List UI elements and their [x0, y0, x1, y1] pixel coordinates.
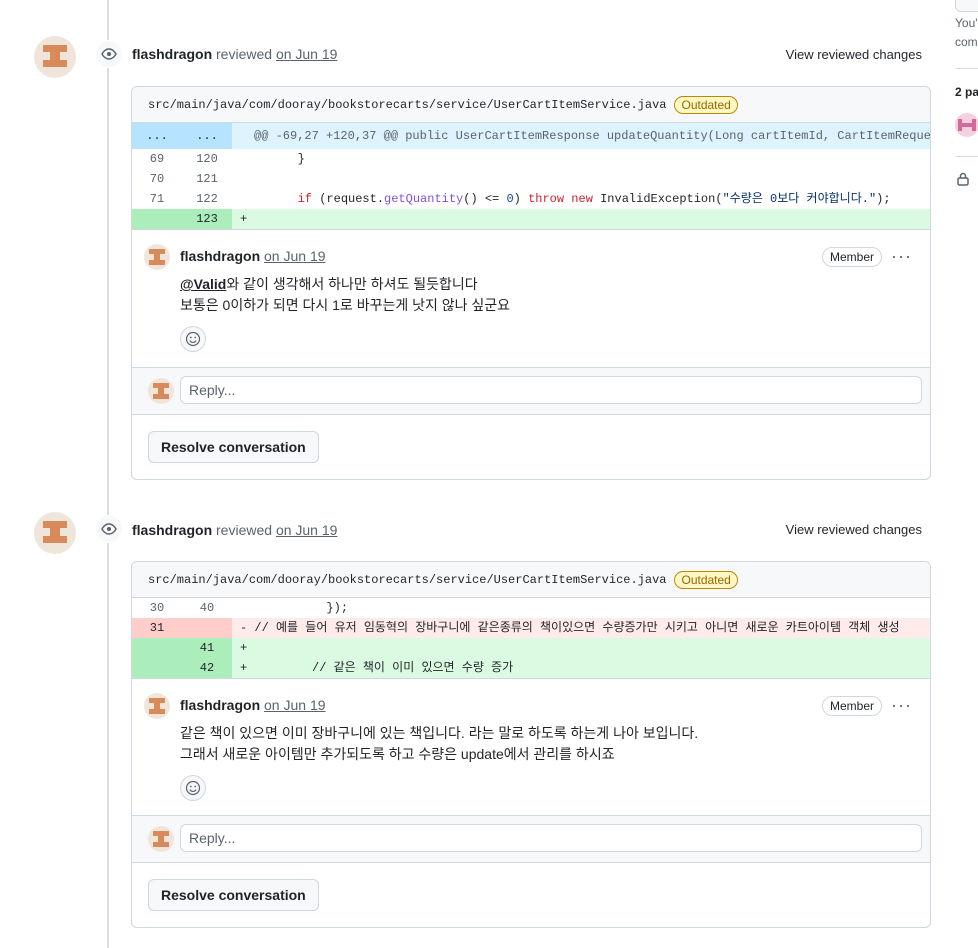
timeline-rail [107, 0, 109, 948]
new-line-number[interactable]: 41 [182, 638, 232, 658]
outdated-badge: Outdated [674, 95, 738, 114]
comment-line: 보통은 0이하가 되면 다시 1로 바꾸는게 낫지 않나 싶군요 [180, 297, 511, 313]
hunk-expand-old[interactable]: ... [132, 123, 182, 149]
diff-line-added: 123 + [132, 209, 930, 229]
sidebar-note-line-1: You' [955, 16, 978, 30]
smiley-icon[interactable] [180, 775, 206, 801]
new-line-number[interactable]: 121 [182, 169, 232, 189]
reply-avatar [148, 826, 174, 852]
member-badge: Member [821, 247, 882, 267]
review-thread-card: src/main/java/com/dooray/bookstorecarts/… [131, 86, 931, 480]
comment-date[interactable]: on Jun 19 [264, 697, 326, 713]
code-line: + // 같은 책이 이미 있으면 수량 증가 [240, 661, 514, 675]
old-line-number[interactable]: 71 [132, 189, 182, 209]
new-line-number[interactable]: 40 [182, 598, 232, 618]
new-line-number[interactable]: 123 [182, 209, 232, 229]
view-reviewed-changes-link[interactable]: View reviewed changes [786, 47, 922, 62]
review-action: reviewed [216, 46, 273, 62]
new-line-number[interactable]: 122 [182, 189, 232, 209]
hunk-text: @@ -69,27 +120,37 @@ public UserCartItem… [254, 129, 930, 143]
sidebar-divider [955, 68, 978, 69]
avatar[interactable] [34, 512, 76, 554]
comment-author[interactable]: flashdragon [180, 248, 260, 264]
comment-line: 같은 책이 있으면 이미 장바구니에 있는 책입니다. 라는 말로 하도록 하는… [180, 725, 699, 741]
smiley-icon[interactable] [180, 326, 206, 352]
review-header: flashdragon reviewed on Jun 19 [132, 46, 337, 62]
reply-bar [132, 367, 930, 415]
review-header: flashdragon reviewed on Jun 19 [132, 522, 337, 538]
hunk-expand-new[interactable]: ... [182, 123, 232, 149]
reply-avatar [148, 378, 174, 404]
sidebar-participants-heading: 2 pa [955, 85, 978, 99]
review-comment: flashdragon on Jun 19 Member ··· @Valid와… [132, 229, 930, 365]
file-path[interactable]: src/main/java/com/dooray/bookstorecarts/… [148, 573, 666, 587]
file-header: src/main/java/com/dooray/bookstorecarts/… [132, 87, 930, 123]
comment-date[interactable]: on Jun 19 [264, 248, 326, 264]
eye-icon [95, 515, 123, 543]
old-line-number[interactable]: 31 [132, 618, 182, 638]
old-line-number[interactable]: 30 [132, 598, 182, 618]
lock-icon[interactable] [957, 172, 969, 186]
code-line: + [240, 641, 248, 655]
diff-line: 69 120 } [132, 149, 930, 169]
old-line-number[interactable]: 69 [132, 149, 182, 169]
more-options-icon[interactable]: ··· [891, 695, 912, 716]
diff-line-removed: 31 - // 예를 들어 유저 임동혁의 장바구니에 같은종류의 책이있으면 … [132, 618, 930, 638]
outdated-badge: Outdated [674, 570, 738, 589]
resolve-conversation-button[interactable]: Resolve conversation [148, 879, 319, 911]
code-line: } [240, 152, 305, 166]
comment-body: @Valid와 같이 생각해서 하나만 하셔도 될듯합니다 보통은 0이하가 되… [180, 274, 510, 316]
comment-text: 와 같이 생각해서 하나만 하셔도 될듯합니다 [226, 276, 478, 292]
old-line-number[interactable] [132, 658, 182, 678]
file-header: src/main/java/com/dooray/bookstorecarts/… [132, 562, 930, 598]
review-date[interactable]: on Jun 19 [276, 46, 338, 62]
comment-avatar[interactable] [144, 244, 170, 270]
diff-line: 30 40 }); [132, 598, 930, 618]
comment-header: flashdragon on Jun 19 [180, 697, 326, 713]
reply-bar [132, 815, 930, 863]
view-reviewed-changes-link[interactable]: View reviewed changes [786, 522, 922, 537]
new-line-number[interactable]: 42 [182, 658, 232, 678]
code-line: }); [240, 601, 349, 615]
comment-line: @Valid와 같이 생각해서 하나만 하셔도 될듯합니다 [180, 274, 510, 295]
review-thread-card: src/main/java/com/dooray/bookstorecarts/… [131, 561, 931, 928]
code-line: if (request.getQuantity() <= 0) throw ne… [297, 192, 891, 206]
review-comment: flashdragon on Jun 19 Member ··· 같은 책이 있… [132, 678, 930, 816]
new-line-number[interactable] [182, 618, 232, 638]
resolve-conversation-button[interactable]: Resolve conversation [148, 431, 319, 463]
reply-input[interactable] [180, 376, 922, 404]
participant-avatar[interactable] [955, 113, 978, 137]
review-author[interactable]: flashdragon [132, 522, 212, 538]
comment-avatar[interactable] [144, 693, 170, 719]
diff-line: 70 121 [132, 169, 930, 189]
sidebar-button[interactable] [955, 0, 978, 12]
sidebar-note-line-2: com [955, 35, 978, 49]
comment-line: 그래서 새로운 아이템만 추가되도록 하고 수량은 update에서 관리를 하… [180, 746, 615, 762]
diff-hunk-header[interactable]: ... ... @@ -69,27 +120,37 @@ public User… [132, 123, 930, 149]
diff-line-added: 42 + // 같은 책이 이미 있으면 수량 증가 [132, 658, 930, 678]
mention-link[interactable]: @Valid [180, 276, 226, 292]
diff-line-added: 41 + [132, 638, 930, 658]
comment-body: 같은 책이 있으면 이미 장바구니에 있는 책입니다. 라는 말로 하도록 하는… [180, 723, 698, 765]
comment-header: flashdragon on Jun 19 [180, 248, 326, 264]
new-line-number[interactable]: 120 [182, 149, 232, 169]
reply-input[interactable] [180, 824, 922, 852]
eye-icon [95, 40, 123, 68]
old-line-number[interactable]: 70 [132, 169, 182, 189]
old-line-number[interactable] [132, 638, 182, 658]
code-line: + [240, 212, 248, 226]
file-path[interactable]: src/main/java/com/dooray/bookstorecarts/… [148, 98, 666, 112]
more-options-icon[interactable]: ··· [891, 246, 912, 267]
member-badge: Member [821, 696, 882, 716]
old-line-number[interactable] [132, 209, 182, 229]
code-line: - // 예를 들어 유저 임동혁의 장바구니에 같은종류의 책이있으면 수량증… [240, 621, 900, 635]
review-action: reviewed [216, 522, 273, 538]
review-author[interactable]: flashdragon [132, 46, 212, 62]
comment-author[interactable]: flashdragon [180, 697, 260, 713]
review-date[interactable]: on Jun 19 [276, 522, 338, 538]
sidebar-divider [955, 156, 978, 157]
diff-line: 71 122 if (request.getQuantity() <= 0) t… [132, 189, 930, 209]
avatar[interactable] [34, 36, 76, 78]
